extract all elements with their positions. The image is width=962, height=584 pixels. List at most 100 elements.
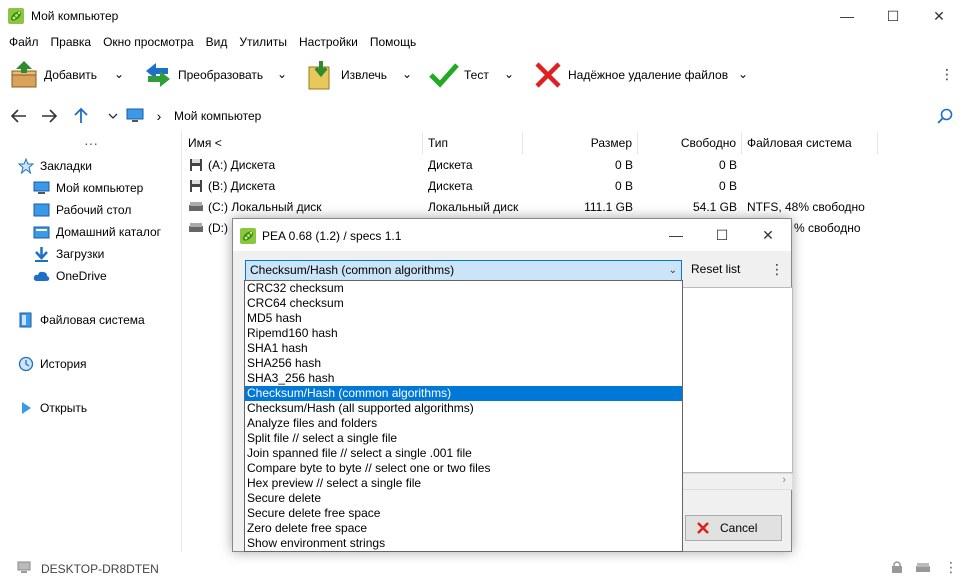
dropdown-option[interactable]: Analyze files and folders: [245, 416, 682, 431]
dialog-close-button[interactable]: ✕: [745, 219, 791, 251]
row-name: (B:) Дискета: [208, 179, 276, 193]
test-dropdown-caret[interactable]: ⌄: [503, 66, 515, 82]
menu-bar: Файл Правка Окно просмотра Вид Утилиты Н…: [0, 32, 962, 52]
menu-help[interactable]: Помощь: [365, 33, 423, 51]
address-path[interactable]: Мой компьютер: [174, 109, 261, 123]
reset-list-button[interactable]: Reset list: [691, 262, 740, 276]
test-button[interactable]: Тест: [428, 56, 489, 94]
sidebar-item-onedrive[interactable]: OneDrive: [33, 267, 107, 285]
convert-label: Преобразовать: [178, 68, 264, 82]
dialog-title: PEA 0.68 (1.2) / specs 1.1: [262, 229, 402, 243]
maximize-button[interactable]: ☐: [870, 0, 916, 32]
sidebar-item-desktop[interactable]: Рабочий стол: [33, 201, 131, 219]
row-type: Дискета: [428, 158, 473, 172]
dropdown-option[interactable]: Hex preview // select a single file: [245, 476, 682, 491]
sidebar-item-bookmarks[interactable]: Закладки: [18, 157, 92, 175]
up-arrow-icon[interactable]: [72, 107, 90, 125]
title-bar: Мой компьютер — ☐ ✕: [0, 0, 962, 32]
dropdown-option[interactable]: Checksum/Hash (common algorithms): [245, 386, 682, 401]
column-header-type[interactable]: Тип: [423, 132, 523, 154]
checkmark-icon: [429, 63, 459, 88]
dialog-more-icon[interactable]: ⋮: [770, 261, 784, 278]
computer-status-icon: [17, 561, 31, 573]
dropdown-option[interactable]: Checksum/Hash (all supported algorithms): [245, 401, 682, 416]
dropdown-option[interactable]: SHA3_256 hash: [245, 371, 682, 386]
drive-status-icon[interactable]: [916, 560, 930, 574]
secure-delete-dropdown-caret[interactable]: ⌄: [737, 66, 749, 82]
cancel-label: Cancel: [720, 521, 758, 535]
dropdown-option[interactable]: Secure delete: [245, 491, 682, 506]
menu-file[interactable]: Файл: [4, 33, 46, 51]
dialog-maximize-button[interactable]: ☐: [699, 219, 745, 251]
dropdown-option[interactable]: Show environment strings: [245, 536, 682, 551]
sidebar-item-filesystem[interactable]: Файловая система: [18, 311, 145, 329]
computer-icon: [126, 107, 144, 125]
dropdown-option[interactable]: Ripemd160 hash: [245, 326, 682, 341]
extract-dropdown-caret[interactable]: ⌄: [401, 66, 413, 82]
sidebar-item-label: История: [40, 357, 87, 371]
menu-tools[interactable]: Утилиты: [234, 33, 294, 51]
add-button[interactable]: Добавить: [8, 56, 97, 94]
dropdown-option[interactable]: CRC32 checksum: [245, 281, 682, 296]
sidebar-item-my-computer[interactable]: Мой компьютер: [33, 179, 143, 197]
column-header-size[interactable]: Размер: [523, 132, 638, 154]
extract-button[interactable]: Извлечь: [305, 56, 387, 94]
function-select[interactable]: Checksum/Hash (common algorithms) ⌄: [245, 260, 682, 281]
sidebar-item-label: OneDrive: [56, 269, 107, 283]
dropdown-option[interactable]: Split file // select a single file: [245, 431, 682, 446]
add-archive-icon: [11, 61, 37, 88]
secure-delete-button[interactable]: Надёжное удаление файлов: [532, 56, 728, 94]
status-more-icon[interactable]: ⋮: [944, 559, 958, 576]
dialog-minimize-button[interactable]: —: [653, 219, 699, 251]
extract-icon: [308, 61, 330, 90]
dropdown-option[interactable]: Zero delete free space: [245, 521, 682, 536]
menu-browser[interactable]: Окно просмотра: [98, 33, 201, 51]
convert-button[interactable]: Преобразовать: [142, 56, 263, 94]
cancel-button[interactable]: Cancel: [685, 515, 782, 541]
window-title: Мой компьютер: [31, 9, 119, 23]
dropdown-option[interactable]: SHA256 hash: [245, 356, 682, 371]
search-icon[interactable]: [936, 107, 954, 125]
close-button[interactable]: ✕: [916, 0, 962, 32]
scroll-right-arrow-icon[interactable]: ›: [782, 474, 786, 486]
sidebar-item-downloads[interactable]: Загрузки: [33, 245, 104, 263]
toolbar-more-icon[interactable]: ⋮: [940, 66, 954, 83]
dropdown-option[interactable]: Compare byte to byte // select one or tw…: [245, 461, 682, 476]
menu-view[interactable]: Вид: [201, 33, 235, 51]
table-row[interactable]: (C:) Локальный диск Локальный диск 111.1…: [183, 197, 883, 218]
table-row[interactable]: (A:) Дискета Дискета 0 B 0 B: [183, 155, 883, 176]
sidebar-item-label: Файловая система: [40, 313, 145, 327]
minimize-button[interactable]: —: [824, 0, 870, 32]
row-free: 0 B: [718, 179, 737, 193]
sidebar-dots-icon[interactable]: ···: [84, 135, 98, 151]
row-free: 54.1 GB: [692, 200, 737, 214]
sidebar-item-open[interactable]: Открыть: [18, 399, 87, 417]
dropdown-option[interactable]: Secure delete free space: [245, 506, 682, 521]
sidebar-item-history[interactable]: История: [18, 355, 87, 373]
row-free: 0 B: [718, 158, 737, 172]
back-arrow-icon[interactable]: [10, 107, 28, 125]
column-header-name[interactable]: Имя <: [183, 132, 423, 154]
menu-options[interactable]: Настройки: [294, 33, 365, 51]
table-row[interactable]: (B:) Дискета Дискета 0 B 0 B: [183, 176, 883, 197]
lock-icon[interactable]: [891, 560, 903, 574]
dropdown-option[interactable]: Join spanned file // select a single .00…: [245, 446, 682, 461]
column-header-free[interactable]: Свободно: [638, 132, 742, 154]
convert-dropdown-caret[interactable]: ⌄: [276, 66, 288, 82]
download-arrow-icon: [35, 246, 48, 262]
extract-label: Извлечь: [341, 68, 388, 82]
sidebar-item-home[interactable]: Домашний каталог: [33, 223, 161, 241]
dropdown-option[interactable]: MD5 hash: [245, 311, 682, 326]
play-triangle-icon: [22, 402, 31, 414]
sidebar-item-label: Домашний каталог: [56, 225, 161, 239]
dropdown-option[interactable]: SHA1 hash: [245, 341, 682, 356]
menu-edit[interactable]: Правка: [46, 33, 99, 51]
history-dropdown-icon[interactable]: [104, 107, 122, 125]
dropdown-option[interactable]: CRC64 checksum: [245, 296, 682, 311]
forward-arrow-icon[interactable]: [40, 107, 58, 125]
add-dropdown-caret[interactable]: ⌄: [113, 66, 125, 82]
function-select-value: Checksum/Hash (common algorithms): [250, 263, 455, 277]
column-header-filesystem[interactable]: Файловая система: [742, 132, 878, 154]
delete-x-icon: [535, 62, 561, 88]
row-name: (C:) Локальный диск: [208, 200, 322, 214]
